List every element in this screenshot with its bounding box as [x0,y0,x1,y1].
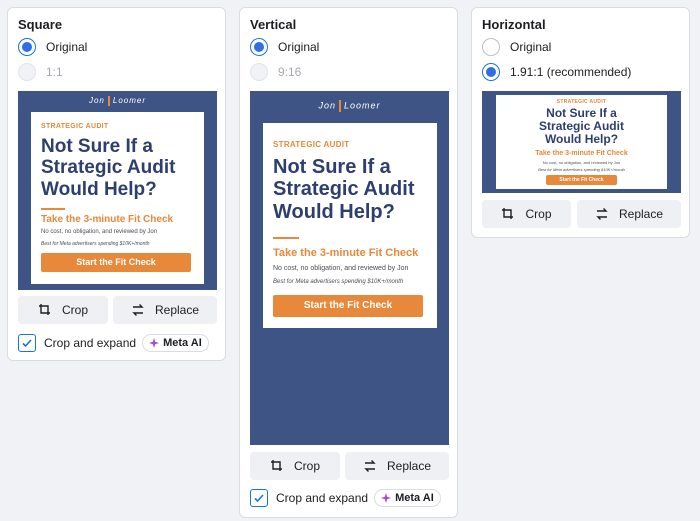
crop-button[interactable]: Crop [18,296,108,324]
radio-disabled-icon [250,63,268,81]
ad-no-cost: No cost, no obligation, and reviewed by … [41,229,158,235]
ad-card: STRATEGIC AUDIT Not Sure If a Strategic … [263,123,437,328]
option-label: 9:16 [278,65,302,79]
logo-text-right: Loomer [344,100,381,111]
radio-unselected-icon[interactable] [482,38,500,56]
meta-ai-sparkle-icon [149,338,160,348]
crop-and-expand-row[interactable]: Crop and expand Meta AI [18,334,209,352]
crop-expand-checkbox[interactable] [250,489,268,507]
headline-line: Would Help? [273,200,395,223]
ad-eyebrow: STRATEGIC AUDIT [556,99,607,105]
crop-icon [502,208,514,219]
ad-cta: Start the Fit Check [273,295,423,317]
ad-no-cost: No cost, no obligation, and reviewed by … [542,160,621,165]
replace-button[interactable]: Replace [577,200,681,228]
radio-selected-icon[interactable] [482,63,500,81]
crop-expand-label: Crop and expand [44,336,137,350]
square-title: Square [18,17,63,32]
headline-line: Not Sure If a [273,156,391,178]
ad-cta: Start the Fit Check [546,175,617,185]
ad-cta: Start the Fit Check [41,253,191,272]
headline-line: Would Help? [544,132,619,147]
radio-selected-icon[interactable] [18,38,36,56]
headline-line: Strategic Audit [273,178,415,201]
ad-eyebrow: STRATEGIC AUDIT [273,140,350,149]
crop-and-expand-row[interactable]: Crop and expand Meta AI [250,489,441,507]
ad-fit-check: Take the 3-minute Fit Check [535,150,628,157]
meta-ai-sparkle-icon [381,493,392,503]
headline-line: Strategic Audit [41,157,176,179]
logo-text-right: Loomer [112,96,147,106]
replace-label: Replace [386,459,432,473]
ad-headline: Not Sure If a Strategic Audit Would Help… [496,106,667,147]
ad-fit-check: Take the 3-minute Fit Check [41,214,174,225]
crop-icon [270,460,282,471]
ad-best-for: Best for Meta advertisers spending $10K+… [538,167,625,172]
crop-icon [38,304,50,315]
ad-best-for: Best for Meta advertisers spending $10K+… [41,241,150,247]
ad-card: STRATEGIC AUDIT Not Sure If a Strategic … [31,112,204,284]
radio-selected-icon[interactable] [250,38,268,56]
horizontal-card: Horizontal Original 1.91:1 (recommended)… [471,7,690,238]
replace-label: Replace [154,303,200,317]
replace-icon [132,304,144,316]
crop-button[interactable]: Crop [250,452,340,480]
horizontal-title: Horizontal [482,17,546,32]
radio-disabled-icon [18,63,36,81]
meta-ai-badge: Meta AI [374,489,441,507]
jon-loomer-logo: Jon Loomer [250,100,449,112]
vertical-preview: Jon Loomer STRATEGIC AUDIT Not Sure If a … [250,91,449,445]
checkmark-icon [254,494,264,503]
ad-headline: Not Sure If a Strategic Audit Would Help… [41,136,175,200]
crop-label: Crop [61,303,88,317]
crop-label: Crop [525,207,552,221]
vertical-title: Vertical [250,17,297,32]
replace-button[interactable]: Replace [345,452,449,480]
crop-expand-checkbox[interactable] [18,334,36,352]
option-label: Original [278,40,320,54]
crop-label: Crop [293,459,320,473]
logo-text-left: Jon [88,96,105,106]
crop-button[interactable]: Crop [482,200,571,228]
ad-best-for: Best for Meta advertisers spending $10K+… [273,279,404,285]
meta-ai-label: Meta AI [395,492,434,504]
checkmark-icon [22,339,32,348]
square-preview: Jon Loomer STRATEGIC AUDIT Not Sure If a … [18,91,217,290]
option-label: 1:1 [46,65,63,79]
ad-headline: Not Sure If a Strategic Audit Would Help… [273,156,415,223]
logo-text-left: Jon [318,100,336,111]
vertical-option-original[interactable]: Original [250,38,319,56]
headline-line: Would Help? [41,178,157,200]
square-option-original[interactable]: Original [18,38,87,56]
square-card: Square Original 1:1 Jon Loomer STRATEGIC … [7,7,226,361]
vertical-option-9-16: 9:16 [250,63,301,81]
option-label: Original [46,40,88,54]
vertical-card: Vertical Original 9:16 Jon Loomer STRATEG… [239,7,458,518]
jon-loomer-logo: Jon Loomer [18,96,217,106]
crop-expand-label: Crop and expand [276,491,369,505]
ad-fit-check: Take the 3-minute Fit Check [273,247,419,259]
replace-label: Replace [618,207,664,221]
replace-icon [364,460,376,472]
ad-eyebrow: STRATEGIC AUDIT [41,123,109,130]
square-option-1-1: 1:1 [18,63,63,81]
horizontal-preview: STRATEGIC AUDIT Not Sure If a Strategic … [482,91,681,193]
horizontal-option-original[interactable]: Original [482,38,551,56]
headline-line: Not Sure If a [41,136,153,157]
replace-icon [596,208,608,220]
ad-divider [41,208,65,210]
horizontal-option-1-91-1[interactable]: 1.91:1 (recommended) [482,63,631,81]
option-label: 1.91:1 (recommended) [510,65,632,79]
replace-button[interactable]: Replace [113,296,217,324]
ad-divider [273,237,299,239]
ad-card: STRATEGIC AUDIT Not Sure If a Strategic … [496,95,667,189]
option-label: Original [510,40,552,54]
meta-ai-badge: Meta AI [142,334,209,352]
ad-no-cost: No cost, no obligation, and reviewed by … [273,265,409,272]
meta-ai-label: Meta AI [163,337,202,349]
